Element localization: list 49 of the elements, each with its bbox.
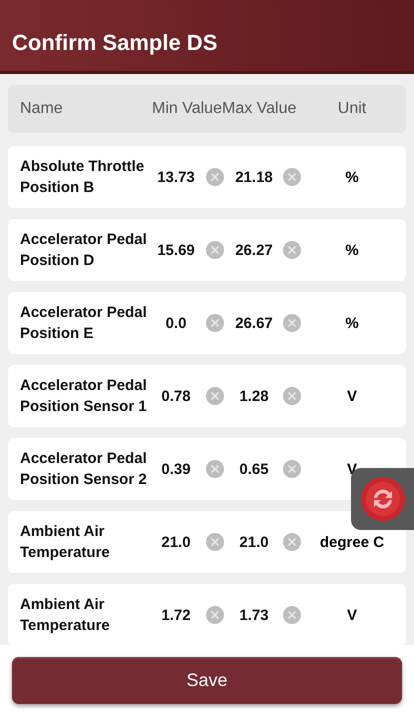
column-header: Unit xyxy=(338,100,366,118)
clear-icon[interactable] xyxy=(206,460,224,478)
column-header: Min Value xyxy=(152,100,222,118)
unit-text: % xyxy=(344,168,360,186)
clear-icon[interactable] xyxy=(206,533,224,551)
clear-icon[interactable] xyxy=(283,314,301,332)
min-value: 15.69 xyxy=(156,242,196,258)
clear-icon[interactable] xyxy=(206,168,224,186)
column-header: Max Value xyxy=(222,100,296,118)
clear-icon[interactable] xyxy=(206,606,224,624)
clear-icon[interactable] xyxy=(206,241,224,259)
clear-icon[interactable] xyxy=(283,387,301,405)
parameter-name: Accelerator Pedal Position E xyxy=(20,303,148,344)
clear-icon[interactable] xyxy=(283,606,301,624)
max-value: 0.65 xyxy=(238,460,270,478)
max-value: 26.67 xyxy=(234,314,274,332)
unit-text: degree C xyxy=(318,534,386,550)
clear-icon[interactable] xyxy=(283,241,301,259)
min-value: 13.73 xyxy=(156,168,196,186)
unit-text: V xyxy=(346,388,358,404)
parameter-name: Ambient Air Temperature xyxy=(20,595,111,636)
min-value: 1.72 xyxy=(160,606,192,624)
parameter-name: Accelerator Pedal Position Sensor 1 xyxy=(20,376,148,417)
max-value: 26.27 xyxy=(234,242,274,258)
column-header: Name xyxy=(20,100,64,118)
parameter-name: Accelerator Pedal Position Sensor 2 xyxy=(20,449,148,490)
page-title: Confirm Sample DS xyxy=(12,30,218,56)
unit-text: % xyxy=(344,314,360,332)
parameter-name: Ambient Air Temperature xyxy=(20,522,111,563)
max-value: 1.28 xyxy=(238,388,270,404)
min-value: 0.39 xyxy=(160,460,192,478)
max-value: 21.0 xyxy=(238,534,270,550)
min-value: 0.78 xyxy=(160,388,192,404)
parameter-name: Accelerator Pedal Position D xyxy=(20,230,148,271)
min-value: 21.0 xyxy=(160,534,192,550)
unit-text: V xyxy=(346,460,358,478)
clear-icon[interactable] xyxy=(206,387,224,405)
clear-icon[interactable] xyxy=(283,533,301,551)
clear-icon[interactable] xyxy=(206,314,224,332)
refresh-icon xyxy=(360,476,406,522)
max-value: 21.18 xyxy=(234,168,274,186)
min-value: 0.0 xyxy=(164,314,188,332)
save-button[interactable]: Save xyxy=(12,657,402,704)
clear-icon[interactable] xyxy=(283,168,301,186)
max-value: 1.73 xyxy=(238,606,270,624)
parameter-name: Absolute Throttle Position B xyxy=(20,157,146,198)
clear-icon[interactable] xyxy=(283,460,301,478)
unit-text: V xyxy=(346,606,358,624)
unit-text: % xyxy=(344,242,360,258)
